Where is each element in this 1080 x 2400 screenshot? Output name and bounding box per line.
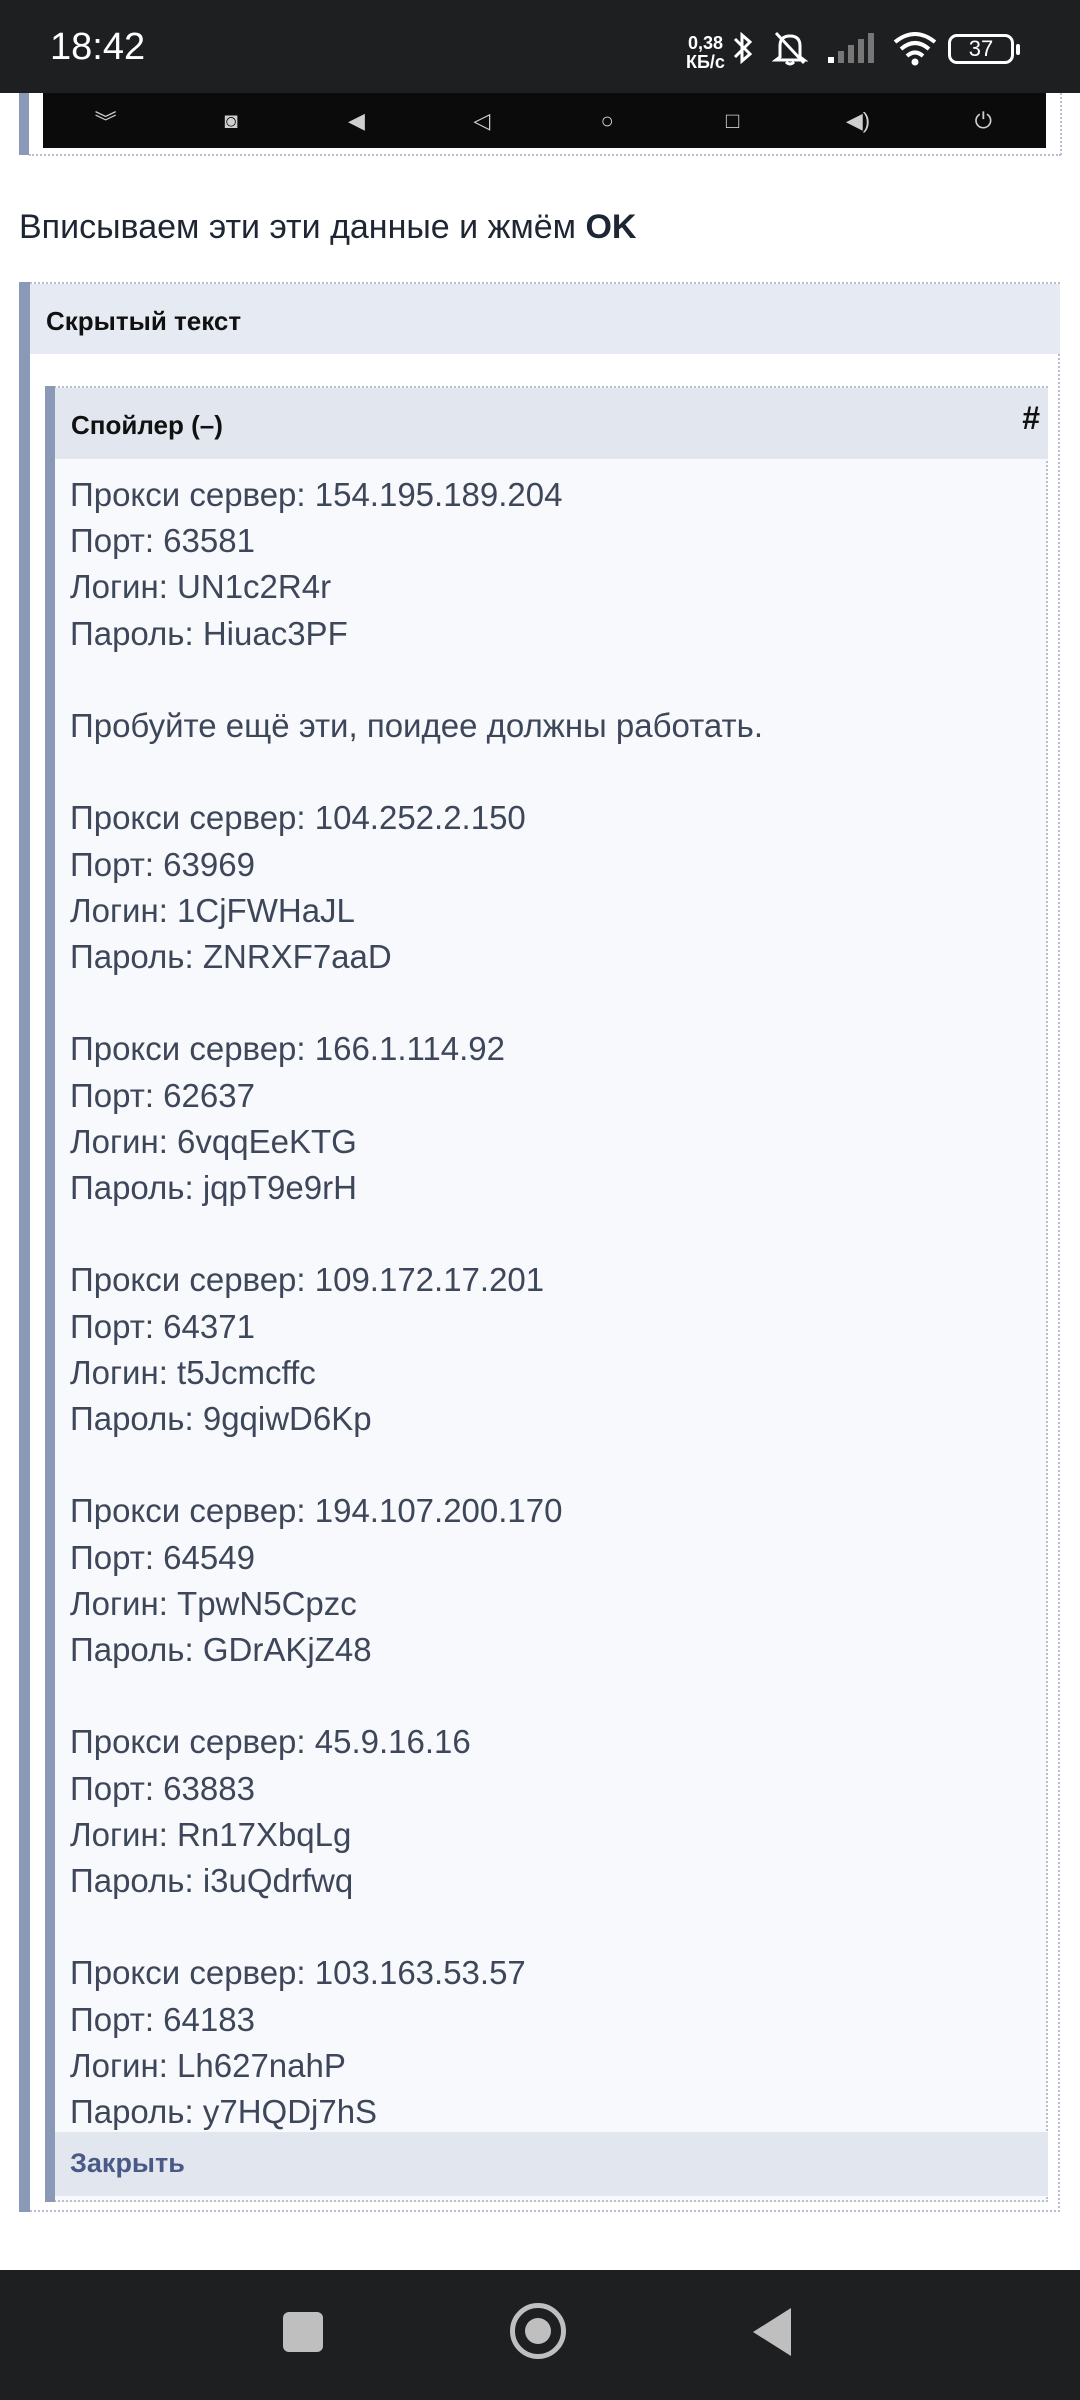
proxy-server: Прокси сервер: 45.9.16.16 (70, 1723, 471, 1761)
spoiler: Спойлер (–) # Прокси сервер: 154.195.189… (45, 386, 1048, 2202)
status-time: 18:42 (50, 26, 146, 68)
proxy-port: Порт: 63969 (70, 845, 255, 883)
proxy-password: Пароль: jqpT9e9rH (70, 1169, 357, 1206)
recents-icon[interactable] (283, 2312, 323, 2352)
instruction-text: Вписываем эти эти данные и жмём (19, 208, 586, 246)
hidden-block-left-bar (19, 282, 30, 2212)
proxy-port: Порт: 64549 (70, 1538, 255, 1576)
proxy-entry: Прокси сервер: 104.252.2.150 Порт: 63969… (70, 795, 1030, 980)
spoiler-toggle[interactable]: Спойлер (–) (71, 410, 223, 441)
back-icon[interactable] (753, 2308, 791, 2356)
proxy-login: Логин: Rn17XbqLg (70, 1815, 352, 1853)
spoiler-content: Прокси сервер: 154.195.189.204 Порт: 635… (70, 472, 1030, 2135)
proxy-entry: Прокси сервер: 103.163.53.57 Порт: 64183… (70, 1950, 1030, 2135)
proxy-port: Порт: 63883 (70, 1769, 255, 1807)
proxy-password: Пароль: i3uQdrfwq (70, 1862, 354, 1899)
bluetooth-icon (733, 31, 753, 65)
proxy-login: Логин: 1CjFWHaJL (70, 891, 355, 929)
spoiler-header[interactable]: Спойлер (–) # (55, 388, 1048, 459)
home-icon[interactable] (510, 2303, 566, 2359)
post-instruction: Вписываем эти эти данные и жмём OK (19, 208, 636, 247)
proxy-entry: Прокси сервер: 109.172.17.201 Порт: 6437… (70, 1257, 1030, 1442)
proxy-entry: Прокси сервер: 194.107.200.170 Порт: 645… (70, 1488, 1030, 1673)
proxy-entry: Прокси сервер: 154.195.189.204 Порт: 635… (70, 472, 1030, 657)
hidden-text-block: Скрытый текст Спойлер (–) # Прокси серве… (19, 282, 1060, 2212)
network-speed-value: 0,38 (687, 33, 723, 53)
proxy-server: Прокси сервер: 154.195.189.204 (70, 476, 563, 513)
screenshot-icon: ◙ (224, 107, 238, 133)
proxy-login: Логин: TpwN5Cpzc (70, 1584, 357, 1622)
home-circle-icon: ○ (600, 107, 614, 133)
status-bar: 18:42 0,38 КБ/с 37 (0, 0, 1080, 93)
proxy-port: Порт: 64183 (70, 2000, 255, 2038)
proxy-port: Порт: 63581 (70, 522, 255, 560)
status-icons (732, 26, 938, 70)
proxy-server: Прокси сервер: 103.163.53.57 (70, 1954, 526, 1992)
hidden-text-header: Скрытый текст (30, 284, 1060, 354)
embedded-screenshot-navbar: ︾ ◙ ◀ ◁ ○ □ ◀) ⏻ (43, 93, 1046, 148)
spoiler-left-bar (45, 386, 55, 2202)
hidden-text-title: Скрытый текст (46, 306, 242, 336)
quote-frame-bottom (29, 154, 1061, 156)
bell-off-icon (772, 31, 808, 66)
proxy-login: Логин: UN1c2R4r (70, 568, 332, 606)
spoiler-note: Пробуйте ещё эти, поидее должны работать… (70, 707, 764, 744)
proxy-server: Прокси сервер: 109.172.17.201 (70, 1261, 545, 1299)
wifi-icon (893, 32, 937, 66)
spoiler-close-button[interactable]: Закрыть (70, 2148, 185, 2179)
battery-level: 37 (968, 36, 994, 61)
proxy-login: Логин: t5Jcmcffc (70, 1353, 316, 1391)
volume-down-icon: ◀ (347, 107, 365, 133)
recents-square-icon: □ (725, 107, 740, 133)
volume-up-icon: ◀) (845, 107, 871, 133)
proxy-password: Пароль: 9gqiwD6Kp (70, 1400, 372, 1437)
proxy-server: Прокси сервер: 104.252.2.150 (70, 799, 526, 837)
proxy-port: Порт: 64371 (70, 1307, 255, 1345)
proxy-server: Прокси сервер: 166.1.114.92 (70, 1030, 505, 1068)
proxy-password: Пароль: Hiuac3PF (70, 614, 348, 652)
network-speed-unit: КБ/с (686, 52, 725, 72)
battery-icon: 37 (948, 34, 1020, 64)
spoiler-anchor-link[interactable]: # (1022, 400, 1040, 437)
power-icon: ⏻ (974, 107, 993, 133)
proxy-login: Логин: 6vqqEeKTG (70, 1122, 357, 1160)
quote-frame (1060, 93, 1062, 155)
instruction-emphasis: OK (585, 208, 637, 246)
proxy-port: Порт: 62637 (70, 1076, 255, 1114)
spoiler-footer: Закрыть (55, 2132, 1048, 2196)
signal-icon (828, 33, 874, 63)
quote-left-bar (19, 93, 29, 155)
proxy-password: Пароль: ZNRXF7aaD (70, 938, 392, 975)
back-triangle-icon: ◁ (473, 107, 491, 133)
proxy-entry: Прокси сервер: 166.1.114.92 Порт: 62637 … (70, 1026, 1030, 1211)
proxy-entry: Прокси сервер: 45.9.16.16 Порт: 63883 Ло… (70, 1719, 1030, 1904)
network-speed: 0,38 КБ/с (686, 34, 725, 72)
proxy-password: Пароль: y7HQDj7hS (70, 2093, 378, 2130)
proxy-password: Пароль: GDrAKjZ48 (70, 1631, 372, 1668)
chevron-double-down-icon: ︾ (94, 109, 117, 135)
proxy-server: Прокси сервер: 194.107.200.170 (70, 1492, 563, 1530)
proxy-login: Логин: Lh627nahP (70, 2046, 346, 2084)
